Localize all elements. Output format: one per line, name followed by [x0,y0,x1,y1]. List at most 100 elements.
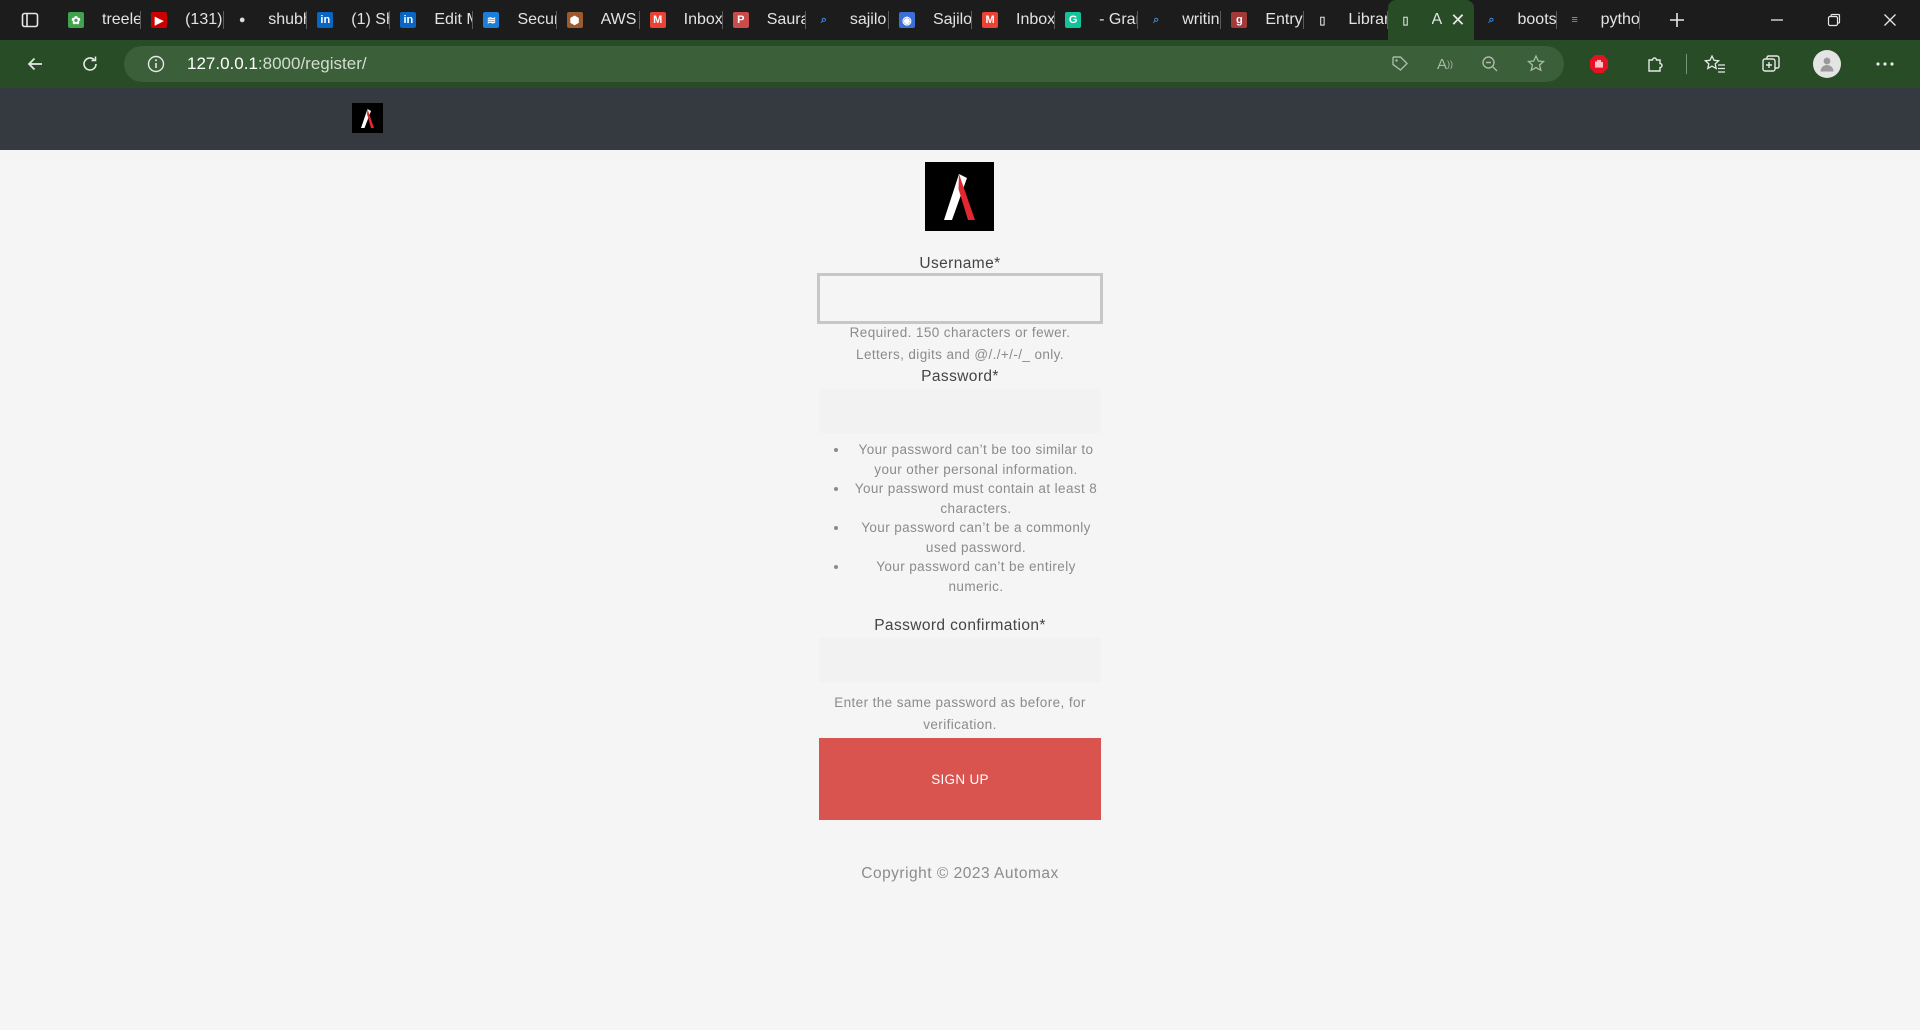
password-rule-item: Your password can’t be too similar to yo… [849,440,1103,479]
password-confirmation-help: Enter the same password as before, for v… [790,692,1130,736]
browser-tab[interactable]: ⌕ boots [1474,0,1557,40]
browser-tab[interactable]: ◉ Sajilo [889,0,973,40]
search-favicon-icon: ⌕ [820,13,827,26]
restore-icon[interactable] [1819,0,1849,40]
tab-title: Inbox [1016,11,1056,28]
tab-title: AWS [600,11,637,28]
stackoverflow-favicon-icon: ≡ [1571,14,1578,26]
password-rule-item: Your password can’t be entirely numeric. [849,557,1103,596]
sidebar-toggle-icon[interactable] [18,0,42,40]
read-aloud-icon[interactable]: A)) [1433,46,1457,82]
tab-title: boots [1517,11,1557,28]
brand-logo [925,162,994,231]
tab-title: writin [1182,11,1220,28]
browser-tab[interactable]: ▯ Librar [1304,0,1388,40]
grammarly-favicon-icon: G [1065,12,1082,28]
browser-tab[interactable]: in Edit M [390,0,474,40]
tab-title: treele [102,11,142,28]
tab-list: ✿treele▶(131)●shubhin(1) ShinEdit M≋Secu… [58,0,1640,40]
tab-active[interactable]: ▯ A ✕ [1387,0,1474,40]
search-favicon-icon: ⌕ [1488,13,1495,26]
profile-avatar[interactable] [1812,40,1842,88]
confirm-help-line: Enter the same password as before, for [834,695,1086,710]
globe-favicon-icon: ◉ [898,12,915,28]
tab-title: (131) [185,11,223,28]
sign-up-button[interactable]: SIGN UP [819,738,1101,820]
browser-tab[interactable]: ⌕ writin [1138,0,1222,40]
tab-title: Secur [517,11,557,28]
page-favicon-icon: ▯ [1319,14,1326,27]
username-help-line: Required. 150 characters or fewer. [849,325,1071,340]
browser-tab[interactable]: g Entry [1221,0,1305,40]
add-favorite-icon[interactable] [1524,46,1548,82]
browser-tab[interactable]: ▶ (131) [141,0,225,40]
browser-tab-strip: ✿treele▶(131)●shubhin(1) ShinEdit M≋Secu… [0,0,1920,40]
browser-toolbar: 127.0.0.1:8000/register/ A)) [0,40,1920,88]
g-favicon-icon: g [1231,12,1248,28]
aws-favicon-icon: ⬢ [566,12,583,28]
search-favicon-icon: ⌕ [1153,13,1160,26]
browser-tab[interactable]: ≡ pytho [1557,0,1640,40]
new-tab-icon[interactable] [1663,0,1691,40]
tab-title: shubh [268,11,307,28]
browser-tab[interactable]: ≋ Secur [473,0,557,40]
gmail-favicon-icon: M [649,12,666,28]
tag-icon[interactable] [1388,46,1412,82]
tab-title: Librar [1348,11,1388,28]
linkedin-favicon-icon: in [317,12,334,28]
tab-title: sajilo [849,11,887,28]
sap-favicon-icon: ≋ [483,12,500,28]
extension-adblock-icon[interactable] [1586,40,1612,88]
minimize-icon[interactable] [1762,0,1792,40]
tab-title: Edit M [434,11,474,28]
toolbar-divider [1685,40,1687,88]
url-text[interactable]: 127.0.0.1:8000/register/ [187,46,367,82]
collections-icon[interactable] [1757,40,1785,88]
username-help: Required. 150 characters or fewer. Lette… [790,322,1130,366]
tab-title: Saura [766,11,806,28]
browser-tab[interactable]: ⌕ sajilo [806,0,889,40]
password-rule-item: Your password must contain at least 8 ch… [849,479,1103,518]
favorites-icon[interactable] [1701,40,1729,88]
zoom-out-icon[interactable] [1478,46,1502,82]
youtube-favicon-icon: ▶ [151,12,168,28]
tab-title: pytho [1600,11,1640,28]
tab-title: Entry [1265,11,1303,28]
refresh-icon[interactable] [75,40,105,88]
tab-title: Inbox [683,11,723,28]
linkedin-favicon-icon: in [400,12,417,28]
browser-tab[interactable]: G - Grar [1055,0,1139,40]
gmail-favicon-icon: M [982,12,999,28]
password-confirmation-input[interactable] [819,638,1101,682]
username-label: Username* [919,255,1001,272]
github-favicon-icon: ● [238,14,246,26]
password-confirmation-label: Password confirmation* [874,617,1046,634]
footer-copyright: Copyright © 2023 Automax [861,865,1059,882]
close-window-icon[interactable] [1875,0,1905,40]
site-info-icon[interactable] [144,46,168,82]
address-bar[interactable]: 127.0.0.1:8000/register/ A)) [124,46,1564,82]
settings-more-icon[interactable] [1872,40,1898,88]
browser-tab[interactable]: in (1) Sh [307,0,391,40]
password-rules-list: Your password can’t be too similar to yo… [823,440,1103,596]
navbar-brand-logo[interactable] [352,103,383,133]
tab-title: (1) Sh [351,11,390,28]
site-navbar [0,88,1920,150]
browser-tab[interactable]: ✿ treele [58,0,142,40]
password-rule-item: Your password can’t be a commonly used p… [849,518,1103,557]
browser-tab[interactable]: M Inbox [972,0,1056,40]
tab-title: Sajilo [932,11,973,28]
browser-tab[interactable]: M Inbox [640,0,723,40]
tab-title: - Grar [1099,11,1139,28]
browser-tab[interactable]: P Saura [723,0,806,40]
close-tab-icon[interactable]: ✕ [1450,10,1465,31]
password-input[interactable] [819,389,1101,433]
plant-favicon-icon: ✿ [68,12,84,28]
confirm-help-line: verification. [923,717,997,732]
back-icon[interactable] [20,40,50,88]
browser-tab[interactable]: ● shubh [224,0,308,40]
page-favicon-icon: ▯ [1402,14,1409,27]
username-input[interactable] [817,273,1103,324]
browser-tab[interactable]: ⬢ AWS [557,0,640,40]
extensions-icon[interactable] [1642,40,1668,88]
